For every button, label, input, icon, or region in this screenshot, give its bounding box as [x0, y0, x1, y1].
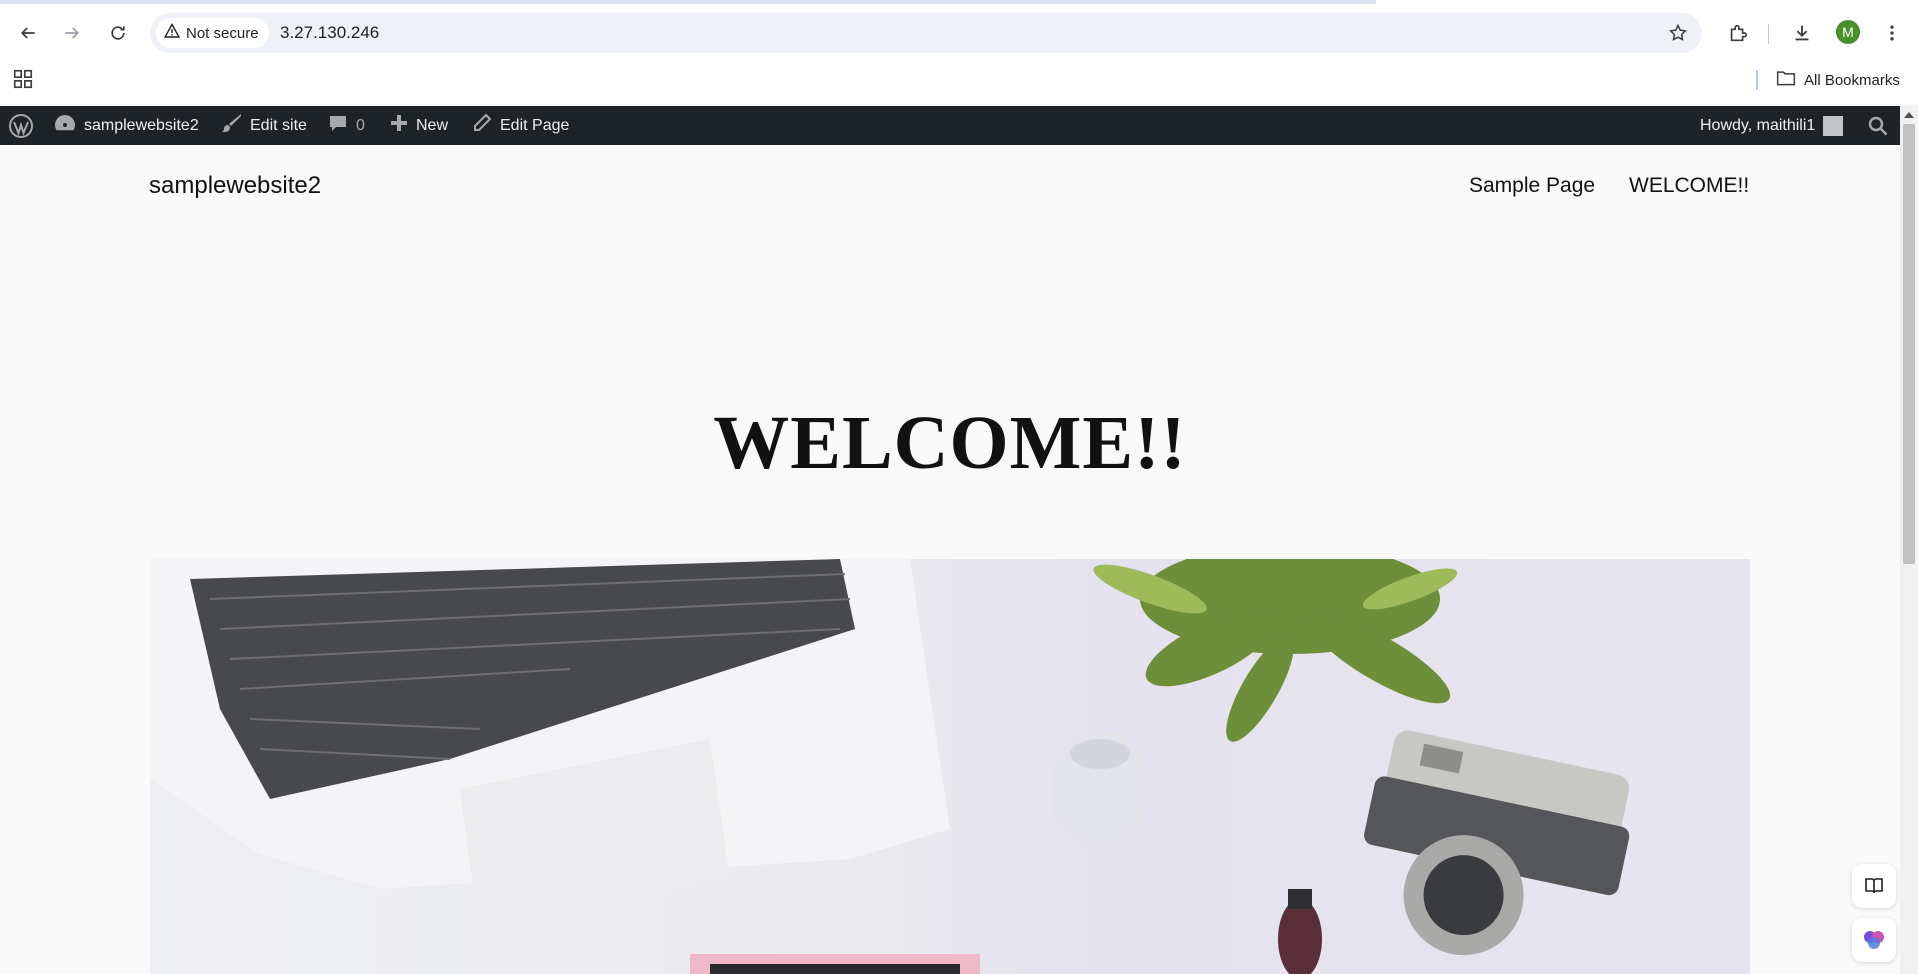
new-content-link[interactable]: New [390, 106, 448, 145]
scroll-up-arrow-icon[interactable] [1904, 112, 1914, 118]
wp-admin-bar: samplewebsite2 Edit site 0 New Edit Page… [0, 106, 1900, 145]
download-icon[interactable] [1788, 19, 1816, 47]
all-bookmarks-label: All Bookmarks [1804, 71, 1900, 89]
browser-chrome: Not secure 3.27.130.246 M All Bookmarks [0, 0, 1918, 104]
menu-kebab-icon[interactable] [1878, 19, 1906, 47]
tab-strip [0, 0, 1918, 4]
comment-icon [328, 113, 348, 138]
page-title: WELCOME!! [713, 401, 1187, 485]
comments-count: 0 [356, 116, 365, 134]
bookmarks-divider [1756, 70, 1758, 90]
profile-avatar[interactable]: M [1836, 20, 1860, 44]
ai-assistant-icon[interactable] [1852, 918, 1896, 962]
url-text[interactable]: 3.27.130.246 [280, 23, 379, 43]
edit-site-label: Edit site [250, 116, 307, 134]
pencil-icon [472, 113, 492, 138]
bookmark-star-icon[interactable] [1666, 21, 1690, 45]
hero-image [150, 559, 1750, 974]
scrollbar-thumb[interactable] [1903, 124, 1915, 564]
brush-icon [220, 113, 242, 138]
admin-search-icon[interactable] [1868, 106, 1888, 145]
folder-icon [1776, 69, 1796, 91]
apps-grid-icon[interactable] [12, 68, 36, 92]
howdy-label: Howdy, maithili1 [1700, 116, 1816, 134]
nav-item-welcome[interactable]: WELCOME!! [1629, 174, 1749, 202]
security-chip[interactable]: Not secure [156, 18, 269, 48]
edit-page-label: Edit Page [500, 116, 570, 134]
forward-icon[interactable] [58, 19, 86, 47]
user-avatar [1823, 115, 1844, 136]
admin-site-name[interactable]: samplewebsite2 [54, 106, 199, 145]
toolbar-divider [1768, 24, 1769, 44]
edit-site-link[interactable]: Edit site [220, 106, 307, 145]
comments-link[interactable]: 0 [328, 106, 365, 145]
dashboard-icon [54, 113, 76, 138]
browser-toolbar: Not secure 3.27.130.246 M [0, 10, 1918, 56]
site-title[interactable]: samplewebsite2 [149, 172, 321, 200]
address-bar[interactable]: Not secure 3.27.130.246 [150, 13, 1702, 53]
back-icon[interactable] [14, 19, 42, 47]
wordpress-logo-icon[interactable] [8, 106, 34, 145]
reload-icon[interactable] [104, 19, 132, 47]
nav-item-sample-page[interactable]: Sample Page [1469, 174, 1595, 202]
edit-page-link[interactable]: Edit Page [472, 106, 569, 145]
all-bookmarks-button[interactable]: All Bookmarks [1776, 68, 1900, 92]
warning-icon [163, 23, 181, 43]
security-label: Not secure [186, 24, 259, 42]
admin-site-name-label: samplewebsite2 [84, 116, 199, 134]
plus-icon [390, 114, 408, 137]
page-scrollbar[interactable] [1900, 106, 1918, 974]
new-label: New [416, 116, 449, 134]
bookmarks-bar: All Bookmarks [0, 64, 1918, 96]
my-account-menu[interactable]: Howdy, maithili1 [1700, 106, 1844, 145]
reading-mode-icon[interactable] [1852, 864, 1896, 908]
extensions-icon[interactable] [1724, 19, 1752, 47]
